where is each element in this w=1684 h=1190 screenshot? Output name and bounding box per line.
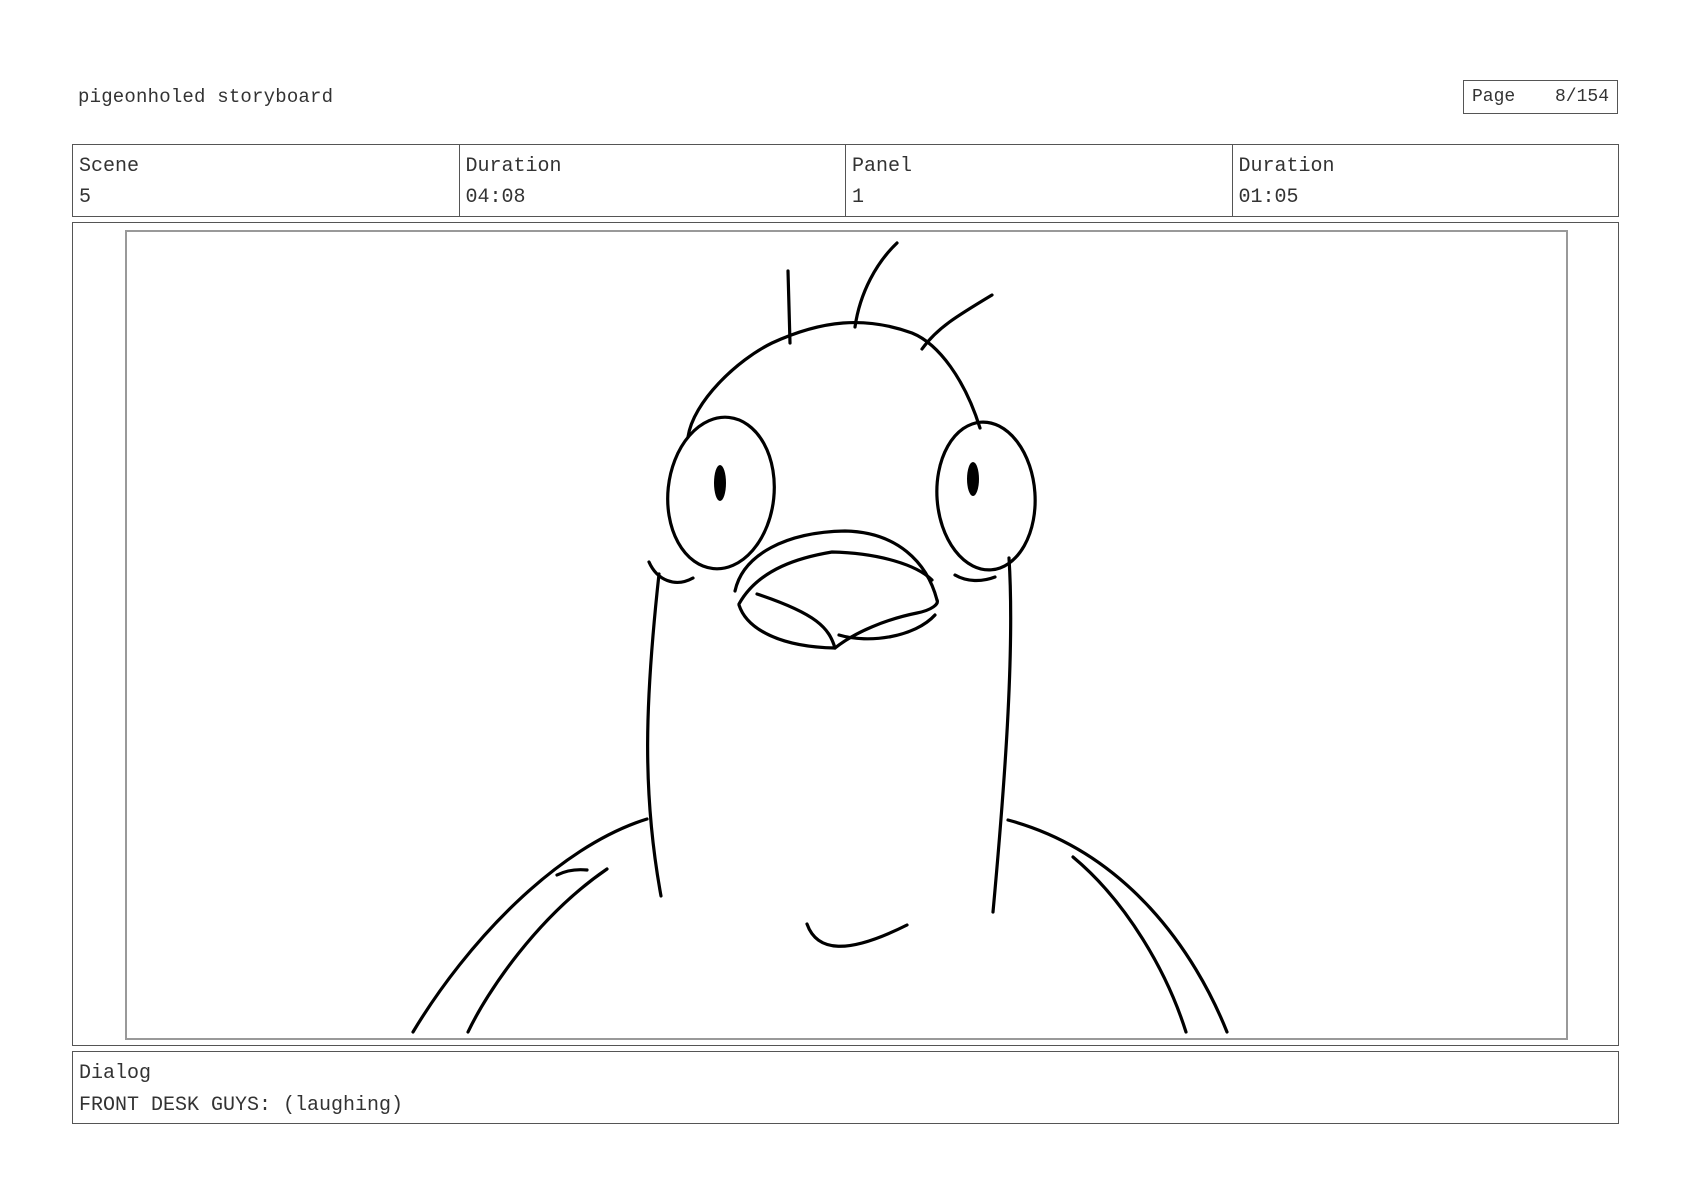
scene-label: Scene — [79, 155, 140, 178]
neck-right — [991, 556, 1013, 914]
panel-duration-label: Duration — [1238, 155, 1335, 178]
left-shoulder-outer — [411, 817, 649, 1034]
left-pupil — [714, 465, 726, 501]
scene-value: 5 — [79, 186, 92, 209]
chest-line — [805, 922, 909, 948]
dialog-text: FRONT DESK GUYS: (laughing) — [79, 1094, 404, 1117]
neck-left — [646, 572, 663, 898]
beak-left — [737, 592, 837, 650]
panel-cell: Panel 1 — [846, 145, 1233, 216]
storyboard-panel-image — [125, 230, 1568, 1040]
page-number: 8/154 — [1554, 87, 1609, 107]
right-shoulder-inner — [1071, 855, 1188, 1034]
right-eye-lash — [953, 573, 997, 583]
head-feather-middle — [853, 241, 899, 329]
right-eye — [935, 420, 1037, 572]
storyboard-panel-frame — [72, 222, 1619, 1046]
left-shoulder-inner — [466, 867, 609, 1034]
page-indicator: Page 8/154 — [1463, 80, 1618, 114]
panel-label: Panel — [852, 155, 913, 178]
scene-cell: Scene 5 — [73, 145, 460, 216]
dialog-box: Dialog FRONT DESK GUYS: (laughing) — [72, 1051, 1619, 1124]
page-label: Page — [1472, 87, 1516, 107]
dialog-label: Dialog — [79, 1062, 152, 1085]
right-shoulder-outer — [1006, 818, 1229, 1034]
panel-duration-cell: Duration 01:05 — [1233, 145, 1619, 216]
panel-duration-value: 01:05 — [1238, 186, 1299, 209]
scene-duration-value: 04:08 — [465, 186, 526, 209]
head-feather-right — [920, 293, 994, 351]
document-title: pigeonholed storyboard — [78, 86, 334, 108]
head-outline — [686, 320, 982, 439]
scene-duration-cell: Duration 04:08 — [460, 145, 846, 216]
scene-info-row: Scene 5 Duration 04:08 Panel 1 Duration … — [72, 144, 1619, 217]
right-pupil — [967, 462, 979, 496]
scene-duration-label: Duration — [465, 155, 562, 178]
left-eye-lash — [647, 560, 695, 584]
panel-value: 1 — [852, 186, 865, 209]
head-feather-left — [786, 269, 792, 345]
left-wing-mark — [555, 868, 589, 877]
pigeon-sketch — [411, 241, 1229, 1034]
